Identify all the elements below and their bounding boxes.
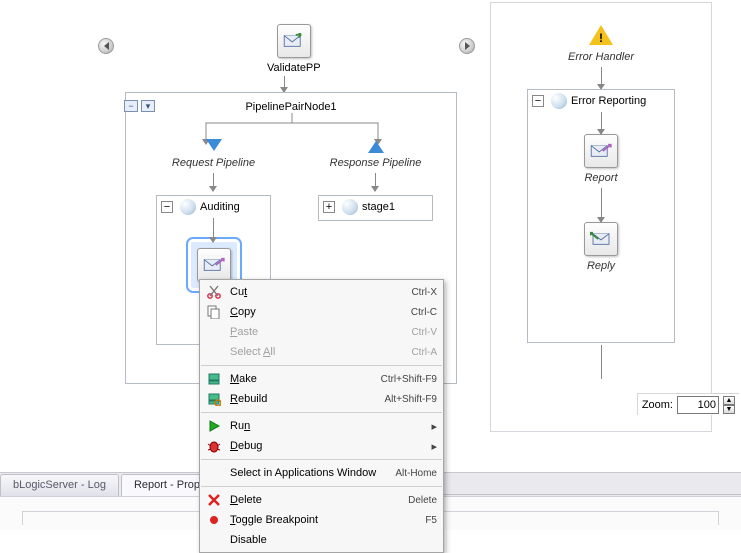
menu-paste: PasteCtrl-V: [200, 322, 443, 342]
reply-node-icon[interactable]: [584, 222, 618, 256]
connector: [601, 112, 602, 134]
report-label: Report: [584, 172, 617, 184]
menu-debug[interactable]: Debug▸: [200, 436, 443, 456]
node-validatepp[interactable]: ValidatePP: [267, 24, 321, 74]
stage-title: Auditing: [200, 201, 240, 213]
context-menu[interactable]: CutCtrl-X CopyCtrl-C PasteCtrl-V Select …: [199, 279, 444, 553]
reply-label: Reply: [587, 260, 615, 272]
node-label: ValidatePP: [267, 62, 321, 74]
menu-toggle-breakpoint[interactable]: Toggle BreakpointF5: [200, 510, 443, 530]
nav-right-icon[interactable]: [459, 38, 475, 54]
envelope-out-icon: [197, 248, 231, 282]
connector: [284, 76, 285, 92]
connector: [213, 218, 214, 242]
paste-icon: [206, 324, 222, 340]
menu-run[interactable]: Run▸: [200, 416, 443, 436]
zoom-up-icon[interactable]: ▲: [723, 396, 735, 405]
stage-stage1-box[interactable]: + stage1: [318, 195, 433, 221]
connector: [601, 188, 602, 222]
collapse-left-icon[interactable]: −: [124, 100, 138, 112]
debug-icon: [206, 438, 222, 454]
error-handler-title: Error Handler: [568, 51, 634, 63]
pipelinepair-title: PipelinePairNode1: [126, 97, 456, 113]
connector: [601, 345, 602, 379]
menu-disable[interactable]: Disable: [200, 530, 443, 550]
make-icon: [206, 371, 222, 387]
zoom-spinner[interactable]: ▲ ▼: [723, 396, 735, 414]
stage-icon: [180, 199, 196, 215]
nav-left-icon[interactable]: [98, 38, 114, 54]
tab-log[interactable]: bLogicServer - Log: [0, 474, 119, 496]
zoombar: Zoom: ▲ ▼: [637, 393, 739, 415]
menu-copy[interactable]: CopyCtrl-C: [200, 302, 443, 322]
connector: [601, 67, 602, 89]
run-icon: [206, 418, 222, 434]
stage-icon: [342, 199, 358, 215]
delete-icon: [206, 492, 222, 508]
zoom-down-icon[interactable]: ▼: [723, 405, 735, 414]
expand-icon[interactable]: +: [323, 201, 335, 213]
response-pipeline-column: Response Pipeline + stage1: [318, 139, 433, 221]
collapse-down-icon[interactable]: ▾: [141, 100, 155, 112]
menu-make[interactable]: MakeCtrl+Shift-F9: [200, 369, 443, 389]
report-node-icon[interactable]: [584, 134, 618, 168]
connector: [213, 173, 214, 191]
error-reporting-box[interactable]: − Error Reporting Report Reply: [527, 89, 675, 343]
menu-delete[interactable]: DeleteDelete: [200, 490, 443, 510]
arrow-up-icon: [368, 139, 384, 153]
copy-icon: [206, 304, 222, 320]
warning-icon: !: [589, 25, 613, 45]
zoom-input[interactable]: [677, 396, 719, 414]
rebuild-icon: [206, 391, 222, 407]
stage-icon: [551, 93, 567, 109]
menu-rebuild[interactable]: RebuildAlt+Shift-F9: [200, 389, 443, 409]
error-handler-box[interactable]: ! Error Handler − Error Reporting Report: [490, 2, 712, 432]
breakpoint-icon: [206, 512, 222, 528]
arrow-down-icon: [206, 139, 222, 153]
menu-cut[interactable]: CutCtrl-X: [200, 282, 443, 302]
error-reporting-title: Error Reporting: [571, 95, 646, 107]
cut-icon: [206, 284, 222, 300]
menu-select-all: Select AllCtrl-A: [200, 342, 443, 362]
request-pipeline-title: Request Pipeline: [172, 157, 255, 169]
expand-icon[interactable]: −: [532, 95, 544, 107]
stage-title: stage1: [362, 201, 395, 213]
collapse-handle-group[interactable]: − ▾: [124, 100, 155, 112]
response-pipeline-title: Response Pipeline: [330, 157, 422, 169]
connector: [375, 173, 376, 191]
expand-icon[interactable]: −: [161, 201, 173, 213]
envelope-in-icon: [277, 24, 311, 58]
zoom-label: Zoom:: [642, 399, 673, 411]
menu-select-in-applications[interactable]: Select in Applications WindowAlt-Home: [200, 463, 443, 483]
